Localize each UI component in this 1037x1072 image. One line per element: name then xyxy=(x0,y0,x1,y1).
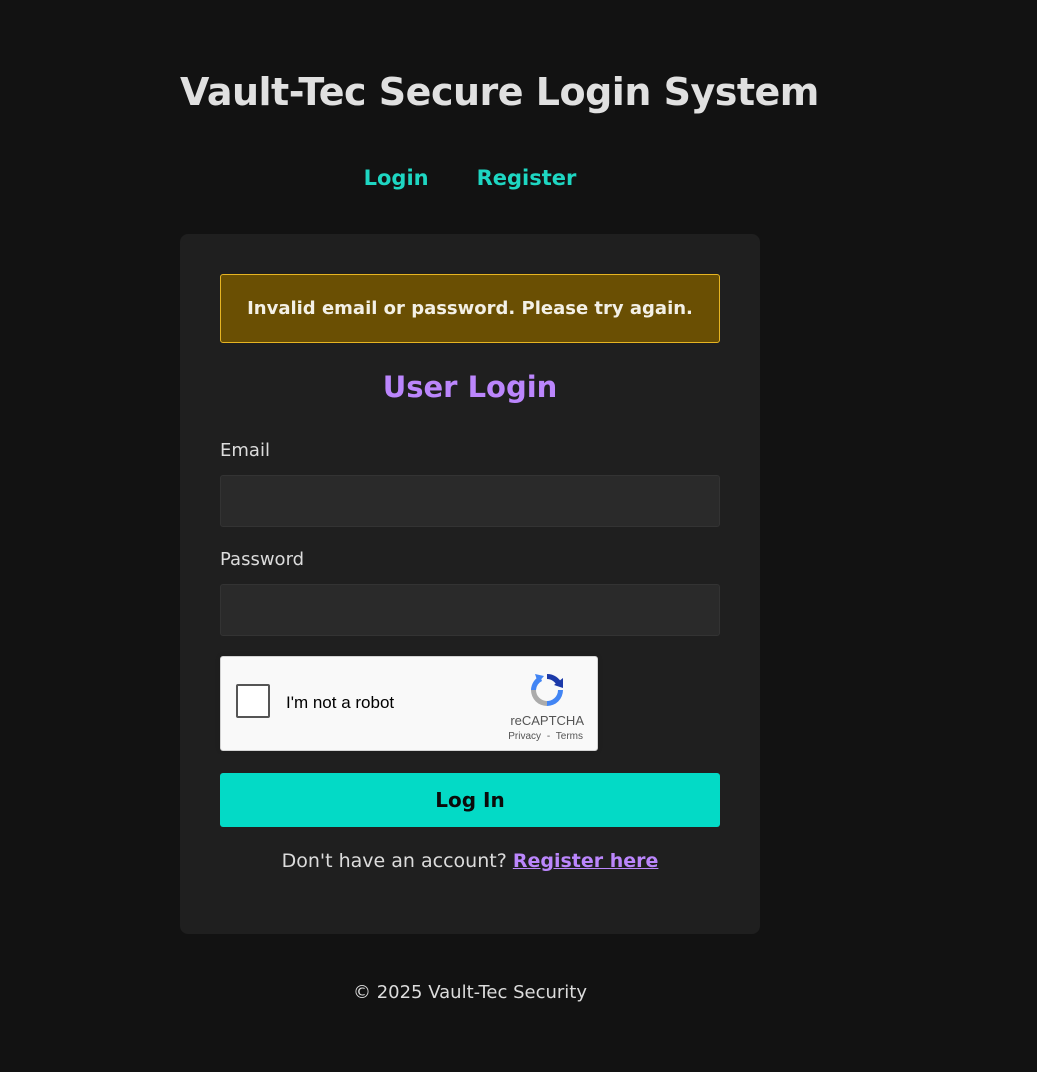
password-label: Password xyxy=(220,549,305,570)
footer-copyright: © 2025 Vault-Tec Security xyxy=(352,982,588,1003)
recaptcha-links: Privacy - Terms xyxy=(508,731,583,742)
nav-login-link[interactable]: Login xyxy=(364,166,429,190)
recaptcha-separator: - xyxy=(546,731,551,742)
page: Vault-Tec Secure Login System Login Regi… xyxy=(0,0,1037,1072)
email-field[interactable] xyxy=(220,475,720,527)
register-here-link[interactable]: Register here xyxy=(513,850,659,872)
site-title: Vault-Tec Secure Login System xyxy=(180,70,819,114)
password-field[interactable] xyxy=(220,584,720,636)
recaptcha-brand: reCAPTCHA xyxy=(510,713,584,728)
nav-register-link[interactable]: Register xyxy=(477,166,577,190)
recaptcha-checkbox[interactable] xyxy=(236,684,270,718)
email-label: Email xyxy=(220,440,270,461)
form-heading: User Login xyxy=(382,370,558,404)
recaptcha-privacy-link[interactable]: Privacy xyxy=(508,731,541,742)
recaptcha-widget: I'm not a robot reCAPTCHA Privacy - Term… xyxy=(220,656,598,751)
error-alert: Invalid email or password. Please try ag… xyxy=(220,274,720,343)
login-card: Invalid email or password. Please try ag… xyxy=(180,234,760,934)
recaptcha-terms-link[interactable]: Terms xyxy=(556,731,583,742)
login-button[interactable]: Log In xyxy=(220,773,720,827)
top-nav: Login Register xyxy=(180,166,760,190)
recaptcha-label: I'm not a robot xyxy=(286,693,395,712)
error-alert-message: Invalid email or password. Please try ag… xyxy=(247,298,693,319)
register-prompt-text: Don't have an account? xyxy=(281,850,507,872)
recaptcha-logo-icon xyxy=(531,673,563,706)
register-prompt: Don't have an account? Register here xyxy=(180,850,760,872)
